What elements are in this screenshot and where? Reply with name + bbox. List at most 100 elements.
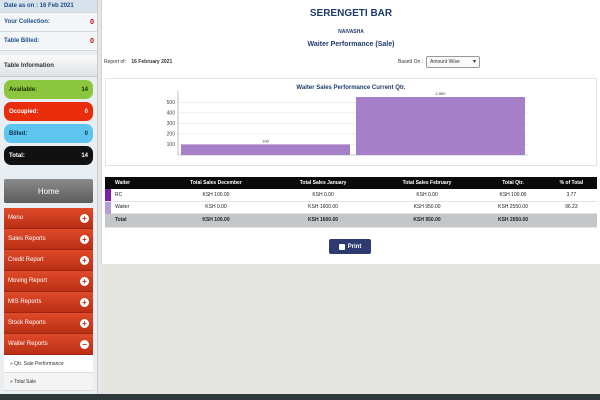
table-info-header: Table Information <box>0 55 97 77</box>
col-header: Waiter <box>105 177 160 189</box>
sidebar-item-label: MIS Reports <box>8 299 42 305</box>
submenu-qtr-sale-performance[interactable]: » Qtr. Sale Performance <box>4 355 93 373</box>
sidebar-item-credit-report[interactable]: Credit Report + <box>4 250 93 271</box>
plus-icon[interactable]: + <box>80 276 89 286</box>
waiter-name: RC <box>105 189 160 202</box>
status-occupied[interactable]: Occupied: 0 <box>4 102 93 121</box>
sidebar-item-waiter-reports[interactable]: Waiter Reports − <box>4 334 93 355</box>
report-title: Waiter Performance (Sale) <box>307 41 395 48</box>
report-of-label: Report of: <box>104 59 126 65</box>
status-label: Occupied: <box>9 108 39 115</box>
plus-icon[interactable]: + <box>80 234 89 244</box>
sidebar-item-label: Waiter Reports <box>8 341 48 347</box>
status-available[interactable]: Available: 14 <box>4 80 93 99</box>
y-tick-label: 300 <box>167 121 176 127</box>
col-header: Total Sales February <box>373 177 481 189</box>
based-on-label: Based On : <box>398 59 424 65</box>
report-of: Report of: 16 February 2021 <box>104 59 172 65</box>
bar-data-label: 100 <box>262 138 269 143</box>
print-label: Print <box>347 243 362 250</box>
series-swatch <box>105 189 111 201</box>
col-header: Total Sales December <box>159 177 273 189</box>
y-tick-label: 100 <box>167 142 176 148</box>
plus-icon[interactable]: + <box>80 213 89 223</box>
sidebar-menu: Menu + Sales Reports + Credit Report + M… <box>4 208 93 391</box>
table-row: RC KSH 100.00 KSH 0.00 KSH 0.00 KSH 100.… <box>105 189 597 202</box>
report-controls: Report of: 16 February 2021 Based On : A… <box>104 56 598 70</box>
status-total[interactable]: Total: 14 <box>4 146 93 165</box>
table-billed-row: Table Billed: 0 <box>0 32 97 51</box>
chevron-down-icon: ▾ <box>472 59 476 65</box>
plus-icon[interactable]: + <box>80 318 89 328</box>
date-row: Date as on : 16 Feb 2021 <box>0 0 97 13</box>
collection-value: 0 <box>90 18 94 26</box>
table-cell: 96.23 <box>545 201 597 214</box>
plus-icon[interactable]: + <box>80 297 89 307</box>
status-label: Total: <box>9 152 25 159</box>
sidebar-item-mis-reports[interactable]: MIS Reports + <box>4 292 93 313</box>
col-header: Total Sales January <box>272 177 374 189</box>
sidebar-item-label: Moving Report <box>8 278 48 284</box>
table-cell: KSH 1600.00 <box>272 201 374 214</box>
sales-chart: Waiter Sales Performance Current Qtr. 10… <box>105 78 597 166</box>
status-count: 0 <box>84 108 88 115</box>
status-label: Available: <box>9 86 38 93</box>
waiter-table: Waiter Total Sales December Total Sales … <box>105 177 597 228</box>
table-cell: KSH 2550.00 <box>480 201 546 214</box>
print-button[interactable]: Print <box>329 239 371 254</box>
table-cell: KSH 0.00 <box>272 189 374 202</box>
table-cell <box>545 213 597 228</box>
table-cell: KSH 100.00 <box>159 213 273 228</box>
status-bar <box>0 394 600 400</box>
collection-label: Your Collection: <box>4 19 50 25</box>
table-header-row: Waiter Total Sales December Total Sales … <box>105 177 597 189</box>
bar-data-label: 2,550 <box>435 91 446 96</box>
table-row: Waiter KSH 0.00 KSH 1600.00 KSH 950.00 K… <box>105 201 597 214</box>
sidebar-item-stock-reports[interactable]: Stock Reports + <box>4 313 93 334</box>
table-billed-value: 0 <box>90 37 94 45</box>
report-of-value: 16 February 2021 <box>131 59 173 65</box>
status-billed[interactable]: Billed: 0 <box>4 124 93 143</box>
plus-icon[interactable]: + <box>80 255 89 265</box>
total-label: Total <box>105 213 160 228</box>
printer-icon <box>338 243 345 250</box>
table-cell: KSH 0.00 <box>373 189 481 202</box>
y-tick-label: 400 <box>167 110 176 116</box>
status-count: 0 <box>84 130 88 137</box>
waiter-name: Waiter <box>105 201 160 214</box>
date-value: 16 Feb 2021 <box>39 3 74 9</box>
table-cell: KSH 950.00 <box>373 213 481 228</box>
submenu-total-sale[interactable]: » Total Sale <box>4 373 93 391</box>
sidebar-item-moving-report[interactable]: Moving Report + <box>4 271 93 292</box>
sidebar-item-sales-reports[interactable]: Sales Reports + <box>4 229 93 250</box>
table-cell: KSH 100.00 <box>159 189 273 202</box>
table-cell: KSH 1600.00 <box>272 213 374 228</box>
main-panel: SERENGETI BAR NAIVASHA Waiter Performanc… <box>101 0 600 264</box>
based-on-value: Amount Wise <box>430 59 460 65</box>
col-header: Total Qtr. <box>480 177 546 189</box>
collection-row: Your Collection: 0 <box>0 13 97 32</box>
status-count: 14 <box>81 86 88 93</box>
sidebar-item-label: Stock Reports <box>8 320 46 326</box>
chart-bar <box>356 97 525 155</box>
table-cell: KSH 100.00 <box>480 189 546 202</box>
sidebar-item-menu[interactable]: Menu + <box>4 208 93 229</box>
home-button[interactable]: Home <box>4 179 93 203</box>
based-on-select[interactable]: Amount Wise ▾ <box>426 56 480 68</box>
status-label: Billed: <box>9 130 28 137</box>
location: NAIVASHA <box>338 29 364 35</box>
date-label: Date as on : 16 Feb 2021 <box>4 3 74 9</box>
y-tick-label: 200 <box>167 131 176 137</box>
content-background <box>101 264 600 400</box>
table-cell: KSH 0.00 <box>159 201 273 214</box>
series-swatch <box>105 201 111 214</box>
table-total-row: Total KSH 100.00 KSH 1600.00 KSH 950.00 … <box>105 213 597 228</box>
bar-name: SERENGETI BAR <box>309 8 393 19</box>
sidebar-item-label: Sales Reports <box>8 236 46 242</box>
table-billed-label: Table Billed: <box>4 38 40 44</box>
chart-svg: 100 200 300 400 500 100 2,550 <box>167 91 528 156</box>
sidebar-item-label: Credit Report <box>8 257 44 263</box>
table-cell: KSH 2650.00 <box>480 213 546 228</box>
minus-icon[interactable]: − <box>80 339 89 349</box>
col-header: % of Total <box>545 177 597 189</box>
